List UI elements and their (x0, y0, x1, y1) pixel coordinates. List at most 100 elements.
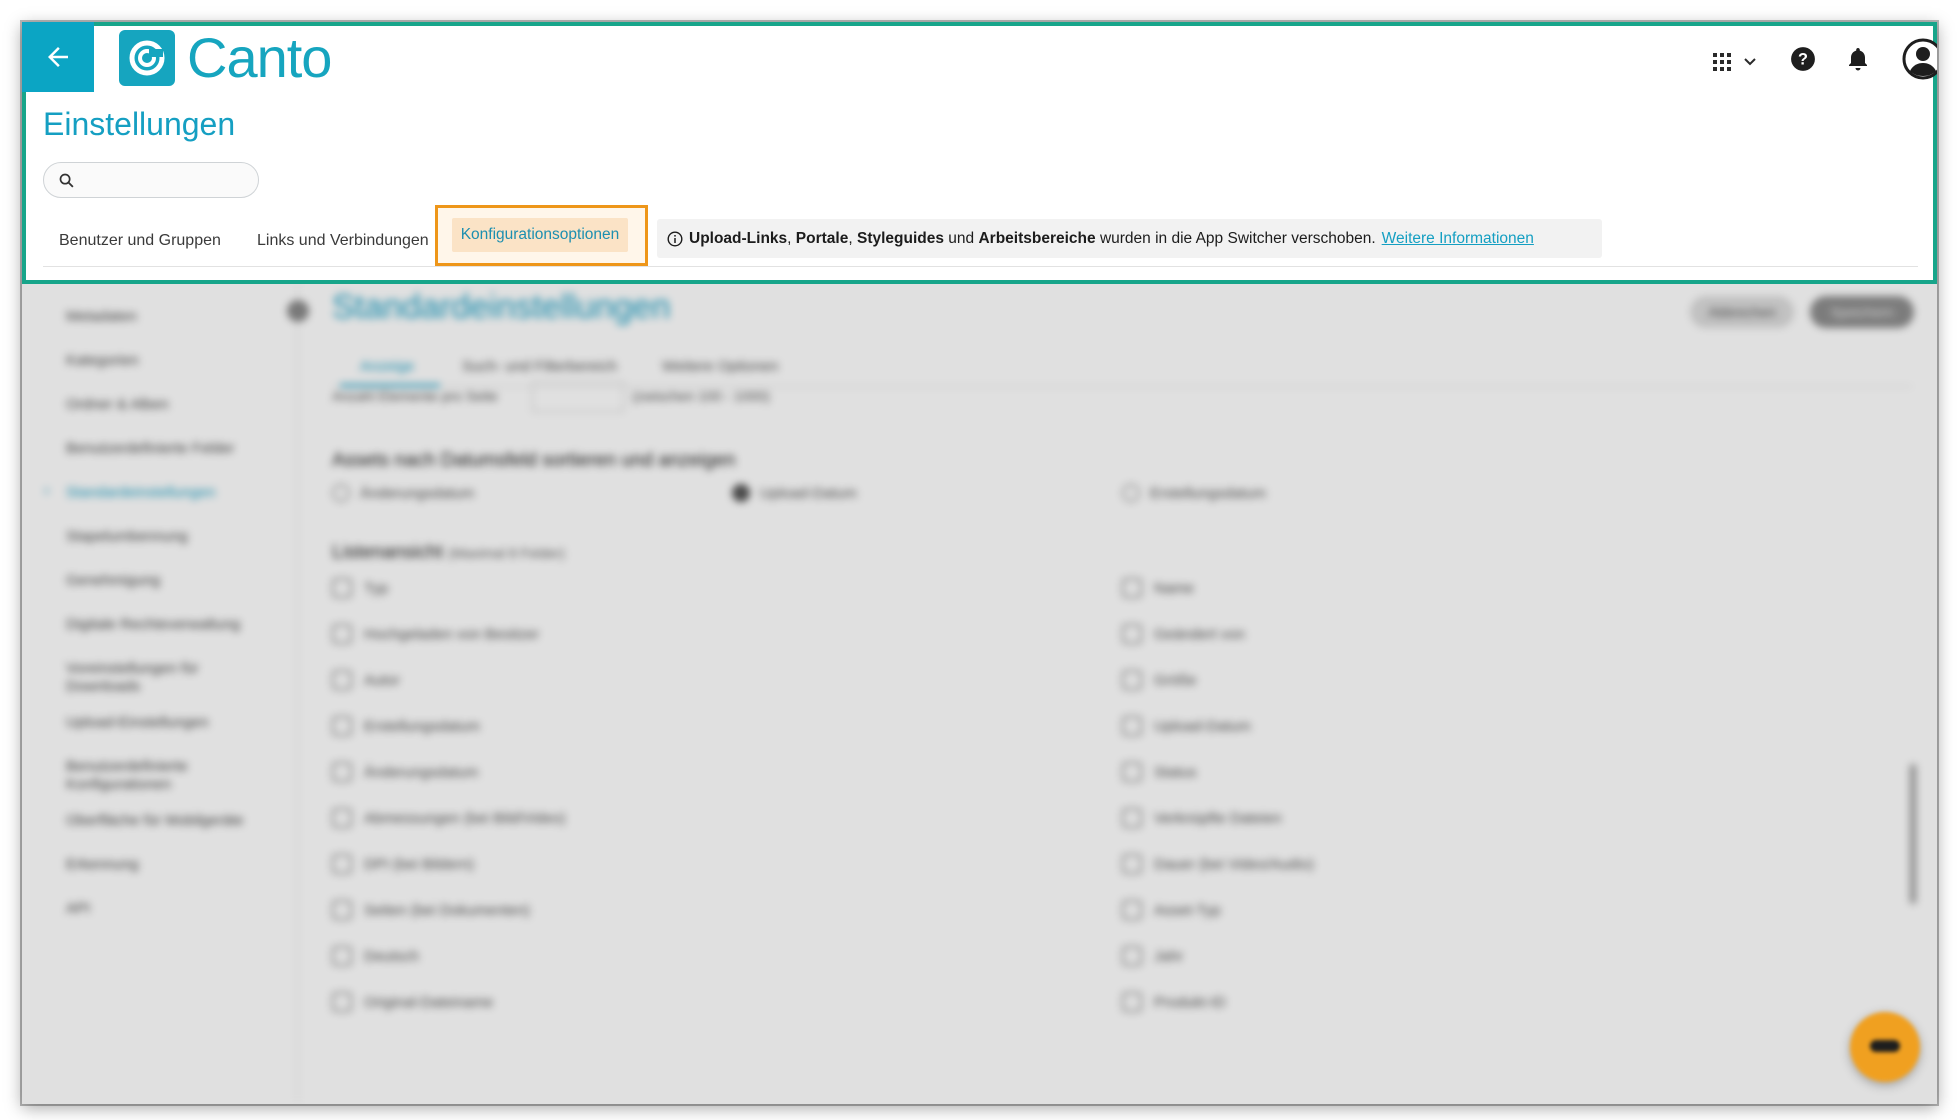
plus-icon (1122, 716, 1142, 736)
notifications-button[interactable] (1846, 46, 1870, 72)
notice-upload-links: Upload-Links (689, 229, 788, 247)
column-option[interactable]: Geändert von (1122, 624, 1245, 644)
sidebar-item-stapelumbennung[interactable]: Stapelumbennung (66, 528, 266, 546)
settings-sidebar: Metadaten Kategorien Ordner & Alben Benu… (22, 284, 298, 1104)
radio-label: Erstellungsdatum (1150, 484, 1266, 502)
column-option[interactable]: Produkt-ID (1122, 992, 1226, 1012)
column-label: Autor (364, 671, 400, 689)
sidebar-item-kategorien[interactable]: Kategorien (66, 352, 266, 370)
scrollbar[interactable] (1910, 764, 1916, 904)
search-field[interactable] (43, 162, 259, 198)
help-icon: ? (1791, 47, 1815, 71)
column-option[interactable]: Upload-Datum (1122, 716, 1251, 736)
column-label: DPI (bei Bildern) (364, 855, 475, 873)
chevron-down-icon (1744, 58, 1756, 66)
column-option[interactable]: Jahr (1122, 946, 1183, 966)
more-info-link[interactable]: Weitere Informationen (1382, 230, 1534, 248)
tab-benutzer-und-gruppen[interactable]: Benutzer und Gruppen (59, 232, 221, 250)
sidebar-item-ordner-alben[interactable]: Ordner & Alben (66, 396, 266, 414)
user-menu-button[interactable] (1902, 38, 1937, 80)
svg-text:?: ? (1798, 50, 1808, 68)
column-option[interactable]: Abmessungen (bei Bild/Video) (332, 808, 566, 828)
info-icon (667, 230, 683, 247)
column-option[interactable]: DPI (bei Bildern) (332, 854, 474, 874)
header: Canto ? Einstellungen Benutzer und Grupp… (22, 22, 1937, 284)
column-option[interactable]: Größe (1122, 670, 1197, 690)
arrow-left-icon (48, 47, 68, 67)
sidebar-item-mobilgeraete[interactable]: Oberfläche für Mobilgeräte (66, 812, 266, 830)
plus-icon (332, 992, 352, 1012)
tab-konfigurationsoptionen-highlight: Konfigurationsoptionen (435, 205, 648, 266)
app-switcher-button[interactable] (1712, 52, 1758, 72)
sidebar-item-api[interactable]: API (66, 900, 266, 918)
radio-erstellungsdatum[interactable]: Erstellungsdatum (1122, 484, 1266, 502)
column-option[interactable]: Dauer (bei Video/Audio) (1122, 854, 1314, 874)
sidebar-item-metadaten[interactable]: Metadaten (66, 308, 266, 326)
brand-name: Canto (187, 26, 332, 89)
sidebar-item-benutzerdefinierte-felder[interactable]: Benutzerdefinierte Felder (66, 440, 266, 458)
column-label: Status (1154, 763, 1197, 781)
sidebar-item-digitale-rechteverwaltung[interactable]: Digitale Rechteverwaltung (66, 616, 266, 634)
column-option[interactable]: Status (1122, 762, 1197, 782)
radio-upload-datum[interactable]: Upload-Datum (732, 484, 857, 502)
back-button[interactable] (22, 22, 94, 92)
column-label: Verknüpfte Dateien (1154, 809, 1282, 827)
canto-logo: Canto (119, 26, 332, 89)
notice-separator: und (943, 229, 979, 247)
sidebar-item-upload-einstellungen[interactable]: Upload-Einstellungen (66, 714, 266, 732)
sidebar-item-genehmigung[interactable]: Genehmigung (66, 572, 266, 590)
plus-icon (332, 762, 352, 782)
tab-links-und-verbindungen[interactable]: Links und Verbindungen (257, 232, 429, 250)
plus-icon (1122, 900, 1142, 920)
chat-button[interactable] (1850, 1012, 1920, 1082)
tab-konfigurationsoptionen[interactable]: Konfigurationsoptionen (452, 218, 628, 252)
page-title: Einstellungen (43, 106, 236, 142)
column-option[interactable]: Verknüpfte Dateien (1122, 808, 1282, 828)
notice-text: wurden in die App Switcher verschoben. (1095, 229, 1376, 247)
subtab-weitere-optionen[interactable]: Weitere Optionen (662, 358, 778, 375)
notice-arbeitsbereiche: Arbeitsbereiche (978, 229, 1096, 247)
subtab-anzeige[interactable]: Anzeige (360, 358, 414, 375)
column-label: Original-Dateiname (364, 993, 494, 1011)
plus-icon (332, 624, 352, 644)
sidebar-item-standardeinstellungen[interactable]: Standardeinstellungen (66, 484, 266, 502)
column-label: Upload-Datum (1154, 717, 1251, 735)
column-option[interactable]: Asset-Typ (1122, 900, 1221, 920)
sidebar-item-benutzerdefinierte-konfigurationen[interactable]: Benutzerdefinierte Konfigurationen (66, 758, 266, 794)
plus-icon (332, 854, 352, 874)
app-grid-icon (1713, 53, 1731, 71)
search-input[interactable] (82, 169, 250, 193)
column-option[interactable]: Typ (332, 578, 388, 598)
save-button[interactable]: Speichern (1810, 296, 1914, 328)
plus-icon (332, 716, 352, 736)
subtab-such-filter[interactable]: Such- und Filterbereich (462, 358, 617, 375)
sidebar-collapse-button[interactable] (287, 300, 309, 322)
column-label: Größe (1154, 671, 1197, 689)
help-button[interactable]: ? (1790, 46, 1816, 72)
bell-icon (1849, 48, 1867, 71)
plus-icon (332, 808, 352, 828)
user-avatar-icon (1902, 38, 1937, 80)
column-option[interactable]: Name (1122, 578, 1194, 598)
radio-aenderungsdatum[interactable]: Änderungsdatum (332, 484, 474, 502)
sidebar-item-voreinstellungen-downloads[interactable]: Voreinstellungen für Downloads (66, 660, 266, 696)
section-title: Standardeinstellungen (332, 288, 671, 326)
column-option[interactable]: Seiten (bei Dokumenten) (332, 900, 530, 920)
sidebar-item-erkennung[interactable]: Erkennung (66, 856, 266, 874)
column-option[interactable]: Autor (332, 670, 400, 690)
column-label: Hochgeladen von Besitzer (364, 625, 540, 643)
column-option[interactable]: Deutsch (332, 946, 419, 966)
items-per-page-input[interactable] (532, 382, 624, 412)
column-option[interactable]: Hochgeladen von Besitzer (332, 624, 539, 644)
column-option[interactable]: Original-Dateiname (332, 992, 493, 1012)
column-label: Änderungsdatum (364, 763, 479, 781)
cancel-button[interactable]: Abbrechen (1690, 296, 1794, 328)
plus-icon (332, 900, 352, 920)
list-view-title: Listenansicht (Maximal 8 Felder) (332, 542, 565, 564)
column-option[interactable]: Erstellungsdatum (332, 716, 480, 736)
items-per-page-label: Anzahl Elemente pro Seite (332, 388, 498, 404)
plus-icon (1122, 670, 1142, 690)
date-sort-title: Assets nach Datumsfeld sortieren und anz… (332, 450, 736, 471)
search-icon (59, 173, 74, 188)
column-option[interactable]: Änderungsdatum (332, 762, 478, 782)
